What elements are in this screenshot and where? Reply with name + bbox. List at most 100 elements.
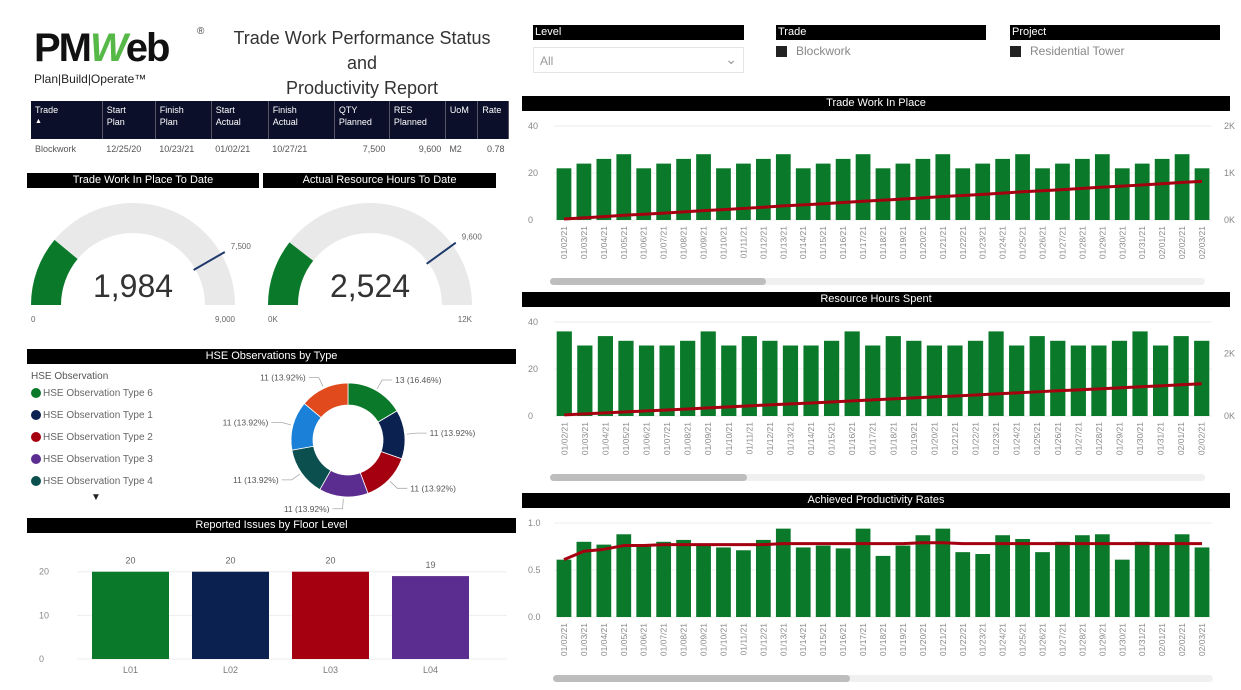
x-tick-label: 01/14/21 bbox=[798, 623, 808, 656]
column-header[interactable]: Finish Plan bbox=[155, 101, 212, 139]
trade-option-blockwork[interactable]: Blockwork bbox=[776, 44, 986, 58]
donut-data-label: 11 (13.92%) bbox=[410, 483, 456, 493]
x-tick-label: 01/06/21 bbox=[639, 623, 649, 656]
prod-scrollbar-thumb[interactable] bbox=[553, 675, 850, 682]
project-option-residential-tower[interactable]: Residential Tower bbox=[1010, 44, 1220, 58]
level-dropdown-value: All bbox=[540, 54, 554, 68]
logo-pm: PM bbox=[34, 26, 92, 70]
column-header[interactable]: Finish Actual bbox=[268, 101, 335, 139]
x-tick-label: 01/08/21 bbox=[683, 422, 693, 455]
bar bbox=[1173, 336, 1189, 416]
checkbox-icon[interactable] bbox=[776, 45, 787, 57]
table-cell: 01/02/21 bbox=[215, 144, 251, 154]
donut-data-label: 11 (13.92%) bbox=[223, 417, 269, 427]
legend-item[interactable]: HSE Observation Type 3 bbox=[31, 448, 191, 470]
column-header-label: Start bbox=[215, 105, 235, 115]
y2-tick-label: 1K bbox=[1224, 168, 1235, 178]
rhs-scrollbar[interactable] bbox=[550, 474, 1205, 481]
bar bbox=[741, 336, 757, 416]
bar bbox=[616, 154, 632, 220]
trade-slicer-header: Trade bbox=[776, 25, 986, 40]
resource-hours-spent-chart: 0 20 40 0K 2K 01/02/21 01/03/21 01/04/21 01/05/2… bbox=[528, 317, 1235, 455]
bar bbox=[576, 163, 592, 220]
table-header-row: Trade ▲ Start Plan Finish Plan Start Actual Fini… bbox=[31, 101, 509, 139]
x-tick-label: 01/14/21 bbox=[798, 226, 808, 259]
table-cell: 10/23/21 bbox=[159, 144, 195, 154]
bar bbox=[855, 528, 871, 617]
y2-tick-label: 0K bbox=[1224, 215, 1235, 225]
bar bbox=[795, 547, 811, 617]
bar bbox=[556, 559, 572, 617]
registered-mark: ® bbox=[197, 26, 205, 37]
legend-item[interactable]: HSE Observation Type 2 bbox=[31, 426, 191, 448]
prod-scrollbar[interactable] bbox=[553, 675, 1213, 682]
column-header-label: Actual bbox=[272, 117, 298, 127]
column-header[interactable]: Start Actual bbox=[211, 101, 269, 139]
x-tick-label: 01/09/21 bbox=[699, 226, 709, 259]
x-tick-label: 01/03/21 bbox=[580, 422, 590, 455]
x-tick-label: 01/23/21 bbox=[978, 226, 988, 259]
trade-summary-table: Trade ▲ Start Plan Finish Plan Start Actual Fini… bbox=[31, 101, 509, 159]
x-tick-label: 01/07/21 bbox=[659, 226, 669, 259]
twip-scrollbar-thumb[interactable] bbox=[550, 278, 767, 285]
bar bbox=[1055, 541, 1070, 617]
column-header[interactable]: Rate bbox=[477, 101, 509, 139]
bar bbox=[823, 340, 840, 416]
bar bbox=[875, 168, 891, 220]
bar bbox=[1154, 158, 1170, 220]
logo-eb: eb bbox=[125, 26, 171, 70]
column-header[interactable]: RES Planned bbox=[389, 101, 446, 139]
hse-header: HSE Observations by Type bbox=[27, 349, 516, 364]
bar bbox=[392, 576, 469, 659]
legend-label: HSE Observation Type 3 bbox=[43, 453, 153, 465]
x-tick-label: 01/11/21 bbox=[738, 623, 748, 656]
bar bbox=[844, 331, 860, 416]
table-row[interactable]: Blockwork 12/25/20 10/23/21 01/02/21 10/27/2… bbox=[31, 139, 509, 159]
bar bbox=[935, 154, 951, 220]
x-tick-label: 01/16/21 bbox=[847, 422, 857, 455]
checkbox-icon[interactable] bbox=[1010, 45, 1021, 57]
x-tick-label: 02/01/21 bbox=[1157, 226, 1167, 259]
legend-item[interactable]: HSE Observation Type 6 bbox=[31, 382, 191, 404]
x-tick-label: 01/26/21 bbox=[1038, 226, 1048, 259]
level-dropdown[interactable]: All ⌄ bbox=[533, 47, 744, 73]
column-header-label: Planned bbox=[338, 117, 372, 127]
floor-chart-header: Reported Issues by Floor Level bbox=[27, 518, 516, 533]
productivity-rates-chart: 0.0 0.5 1.0 01/02/21 01/03/21 01/04/21 01/05/2… bbox=[528, 518, 1212, 656]
column-header[interactable]: Start Plan bbox=[102, 101, 156, 139]
hse-legend-title: HSE Observation bbox=[31, 371, 109, 382]
level-slicer-header: Level bbox=[533, 25, 744, 40]
legend-scroll-down-icon[interactable]: ▼ bbox=[31, 492, 161, 503]
column-header-label: Start bbox=[106, 105, 126, 115]
table-cell: 7,500 bbox=[362, 144, 386, 154]
x-tick-label: 01/04/21 bbox=[599, 226, 609, 259]
bar bbox=[1194, 547, 1210, 617]
bar bbox=[1134, 541, 1150, 617]
column-header-label: RES bbox=[393, 105, 413, 115]
y-tick-label: 20 bbox=[528, 168, 538, 178]
legend-item[interactable]: HSE Observation Type 4 bbox=[31, 470, 191, 492]
bar bbox=[676, 539, 691, 617]
x-tick-label: 02/01/21 bbox=[1157, 623, 1167, 656]
x-tick-label: 01/05/21 bbox=[619, 623, 629, 656]
bar bbox=[755, 158, 771, 220]
legend-item[interactable]: HSE Observation Type 1 bbox=[31, 404, 191, 426]
rhs-scrollbar-thumb[interactable] bbox=[550, 474, 747, 481]
gauge-min-label: 0K bbox=[268, 315, 278, 324]
column-header[interactable]: Trade ▲ bbox=[31, 101, 103, 139]
bar bbox=[815, 163, 831, 220]
column-header-label: Planned bbox=[393, 117, 427, 127]
logo-tagline: Plan|Build|Operate™ bbox=[34, 72, 147, 86]
column-header[interactable]: QTY Planned bbox=[334, 101, 390, 139]
column-header[interactable]: UoM bbox=[445, 101, 479, 139]
gauge-trade-work-in-place: 7,500 1,984 0 9,000 bbox=[31, 203, 251, 324]
donut-data-label: 11 (13.92%) bbox=[260, 372, 306, 382]
logo-wordmark: PMWeb bbox=[34, 26, 214, 70]
project-option-label: Residential Tower bbox=[1030, 44, 1125, 58]
twip-scrollbar[interactable] bbox=[550, 278, 1205, 285]
x-tick-label: 01/25/21 bbox=[1032, 422, 1042, 455]
bar bbox=[736, 550, 751, 617]
gauge-actual-resource-hours: 9,600 2,524 0K 12K bbox=[268, 203, 482, 324]
bar bbox=[1015, 538, 1030, 617]
x-tick-label: 01/16/21 bbox=[838, 226, 848, 259]
